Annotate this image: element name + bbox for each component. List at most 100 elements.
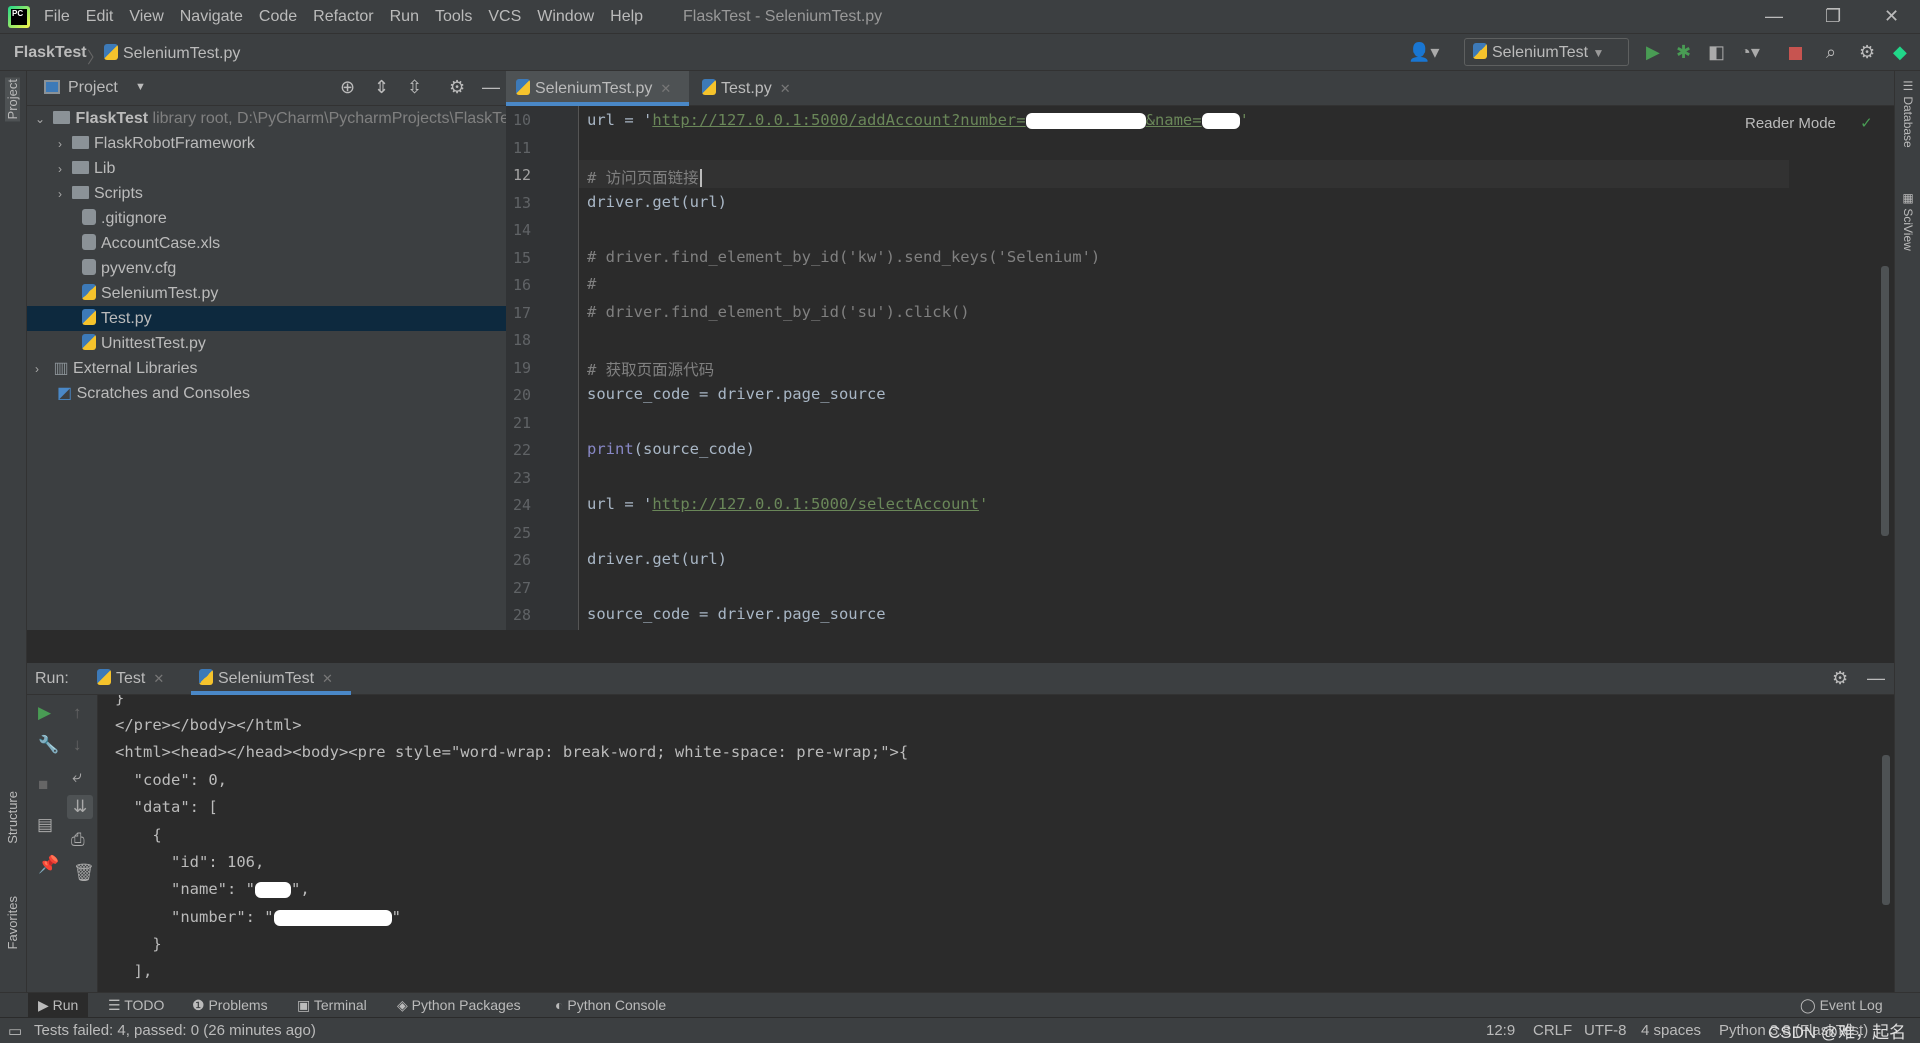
pin-icon[interactable]: 📌 (38, 855, 59, 875)
sciview-tool-button[interactable]: ▦ SciView (1901, 191, 1915, 251)
tool-event-log[interactable]: ◯ Event Log (1800, 997, 1883, 1014)
reader-mode-toggle[interactable]: Reader Mode ✓ (1745, 114, 1873, 132)
structure-tool-button[interactable]: Structure (5, 791, 20, 844)
python-file-icon (82, 334, 96, 350)
tool-problems[interactable]: ❶ Problems (192, 997, 268, 1014)
indent-setting[interactable]: 4 spaces (1641, 1022, 1701, 1039)
scroll-to-end-icon[interactable]: ⇊ (67, 795, 94, 819)
code-line-20: source_code = driver.page_source (587, 385, 886, 403)
wrench-icon[interactable]: 🔧 (38, 735, 59, 755)
menu-tools[interactable]: Tools (435, 8, 472, 26)
run-tab-seleniumtest[interactable]: SeleniumTest ✕ (191, 663, 351, 695)
menu-window[interactable]: Window (537, 8, 594, 26)
profile-icon[interactable]: ◔▾ (1740, 42, 1760, 63)
close-icon[interactable]: ✕ (1884, 6, 1899, 27)
menu-help[interactable]: Help (610, 8, 643, 26)
jetbrains-toolbox-icon[interactable]: ◆ (1893, 42, 1907, 63)
favorites-tool-button[interactable]: Favorites (5, 896, 20, 949)
hide-icon[interactable]: — (482, 77, 500, 98)
stop-icon[interactable] (1789, 47, 1802, 60)
locate-file-icon[interactable]: ⊕ (340, 77, 355, 98)
soft-wrap-icon[interactable]: ⤶ (72, 767, 82, 787)
gear-icon[interactable]: ⚙ (449, 77, 465, 98)
vertical-scrollbar[interactable] (1881, 266, 1889, 536)
run-icon[interactable]: ▶ (1646, 42, 1660, 63)
folder-icon (72, 136, 89, 149)
run-tab-test[interactable]: Test ✕ (89, 663, 172, 695)
coverage-icon[interactable]: ◧ (1708, 42, 1725, 63)
tab-seleniumtest[interactable]: SeleniumTest.py ✕ (506, 71, 689, 106)
tree-item-scratches[interactable]: ◩ Scratches and Consoles (27, 381, 506, 406)
console-line: "code": 0, (115, 771, 227, 789)
breadcrumb-file[interactable]: SeleniumTest.py (104, 44, 240, 63)
vertical-scrollbar[interactable] (1882, 755, 1890, 905)
tree-item-folder[interactable]: › FlaskRobotFramework (27, 131, 506, 156)
minimize-icon[interactable]: — (1765, 6, 1783, 27)
status-message[interactable]: Tests failed: 4, passed: 0 (26 minutes a… (34, 1022, 316, 1039)
up-arrow-icon[interactable]: ↑ (73, 703, 82, 723)
tree-item-root[interactable]: ⌄ FlaskTest library root, D:\PyCharm\Pyc… (27, 106, 506, 131)
line-separator[interactable]: CRLF (1533, 1022, 1572, 1039)
run-configuration-select[interactable]: SeleniumTest ▼ (1464, 38, 1629, 66)
down-arrow-icon[interactable]: ↓ (73, 735, 82, 755)
chevron-right-icon: › (58, 162, 62, 176)
tree-item-external-libraries[interactable]: › ▥ External Libraries (27, 356, 506, 381)
close-tab-icon[interactable]: ✕ (780, 81, 791, 96)
debug-icon[interactable]: ✱ (1676, 42, 1691, 63)
search-icon[interactable]: ⌕ (1826, 42, 1836, 63)
main-menu: File Edit View Navigate Code Refactor Ru… (44, 8, 659, 26)
tab-test[interactable]: Test.py ✕ (692, 71, 801, 106)
gear-icon[interactable]: ⚙ (1832, 668, 1848, 689)
splitter[interactable] (27, 630, 1894, 663)
tool-python-packages[interactable]: ◈ Python Packages (397, 997, 521, 1014)
menu-vcs[interactable]: VCS (488, 8, 521, 26)
tool-terminal[interactable]: ▣ Terminal (297, 997, 367, 1014)
close-tab-icon[interactable]: ✕ (660, 81, 671, 96)
tool-run[interactable]: ▶ Run (28, 993, 89, 1017)
menu-edit[interactable]: Edit (86, 8, 114, 26)
menu-code[interactable]: Code (259, 8, 297, 26)
menu-refactor[interactable]: Refactor (313, 8, 373, 26)
menu-view[interactable]: View (129, 8, 163, 26)
tree-item-file[interactable]: pyvenv.cfg (27, 256, 506, 281)
restore-icon[interactable]: ❐ (1825, 6, 1841, 27)
menu-navigate[interactable]: Navigate (180, 8, 243, 26)
database-tool-button[interactable]: ☰ Database (1901, 79, 1915, 148)
caret-position[interactable]: 12:9 (1486, 1022, 1515, 1039)
expand-all-icon[interactable]: ⇕ (374, 77, 389, 98)
collapse-all-icon[interactable]: ⇳ (407, 77, 422, 98)
file-encoding[interactable]: UTF-8 (1584, 1022, 1627, 1039)
status-panel-icon[interactable]: ▭ (8, 1022, 22, 1040)
tree-item-file[interactable]: SeleniumTest.py (27, 281, 506, 306)
project-tool-button[interactable]: Project (5, 77, 20, 122)
code-editor[interactable]: url = 'http://127.0.0.1:5000/addAccount?… (579, 106, 1894, 630)
tool-python-console[interactable]: ◐ Python Console (555, 997, 666, 1013)
menu-run[interactable]: Run (390, 8, 419, 26)
chevron-down-icon[interactable]: ▼ (135, 81, 146, 93)
tree-item-folder[interactable]: › Scripts (27, 181, 506, 206)
tree-item-file[interactable]: UnittestTest.py (27, 331, 506, 356)
layout-icon[interactable]: ▤ (37, 815, 53, 835)
hide-icon[interactable]: — (1867, 668, 1885, 689)
console-line: } (115, 935, 162, 953)
tool-todo[interactable]: ☰ TODO (108, 997, 164, 1014)
tree-item-folder[interactable]: › Lib (27, 156, 506, 181)
gear-icon[interactable]: ⚙ (1859, 42, 1875, 63)
vcs-user-icon[interactable]: 👤▾ (1408, 42, 1439, 63)
close-tab-icon[interactable]: ✕ (322, 671, 333, 686)
stop-icon[interactable]: ■ (38, 775, 48, 795)
rerun-icon[interactable]: ▶ (38, 703, 51, 723)
trash-icon[interactable]: 🗑 (73, 863, 95, 883)
project-view-select[interactable]: Project (68, 79, 118, 97)
menu-file[interactable]: File (44, 8, 70, 26)
console-output[interactable]: } </pre></body></html> <html><head></hea… (98, 695, 1894, 992)
tree-item-file-selected[interactable]: Test.py (27, 306, 506, 331)
breadcrumb-project[interactable]: FlaskTest (14, 44, 87, 62)
line-number: 12 (513, 166, 532, 184)
tree-item-file[interactable]: AccountCase.xls (27, 231, 506, 256)
line-number: 14 (513, 221, 532, 239)
print-icon[interactable]: ⎙ (71, 830, 85, 850)
project-panel: Project ▼ ⊕ ⇕ ⇳ ⚙ — ⌄ FlaskTest library … (27, 71, 506, 663)
tree-item-file[interactable]: .gitignore (27, 206, 506, 231)
close-tab-icon[interactable]: ✕ (153, 671, 164, 686)
